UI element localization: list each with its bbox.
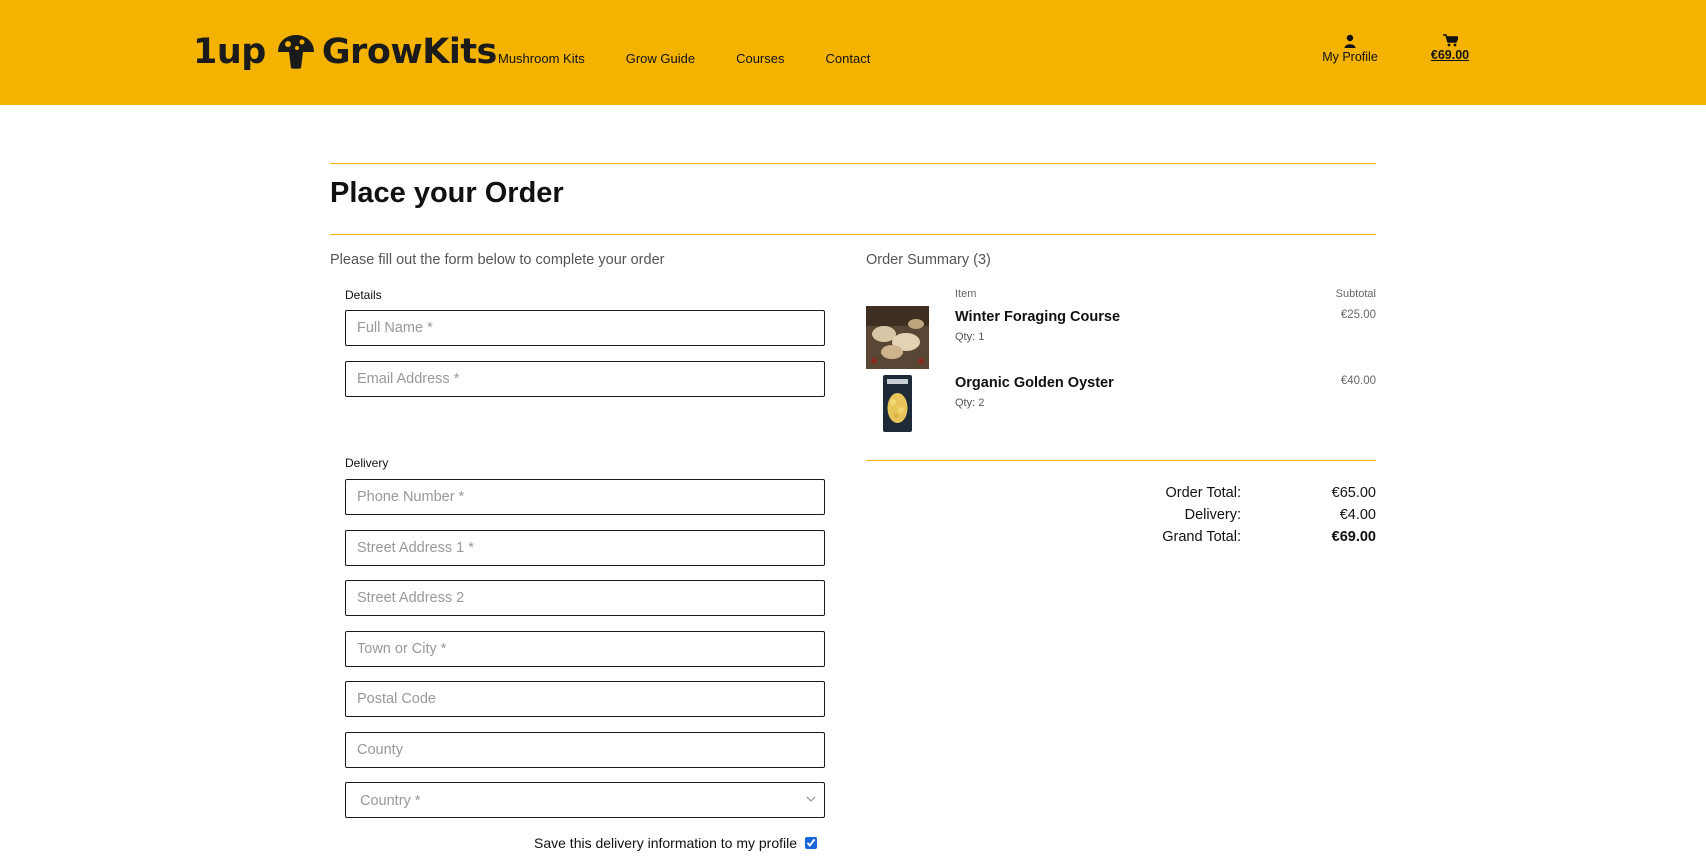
details-label: Details — [345, 288, 382, 302]
email-input[interactable] — [345, 361, 825, 397]
postal-code-input[interactable] — [345, 681, 825, 717]
order-total-value: €65.00 — [1331, 485, 1376, 501]
title-bottom-divider — [330, 234, 1376, 235]
site-header: 1up GrowKits Mushroom Kits Grow Guide Co… — [0, 0, 1706, 105]
mushroom-icon — [277, 35, 314, 69]
form-intro: Please fill out the form below to comple… — [330, 252, 665, 268]
item-column-header: Item — [955, 288, 977, 300]
delivery-cost-label: Delivery: — [1184, 507, 1241, 523]
town-city-input[interactable] — [345, 631, 825, 667]
cart-link[interactable]: €69.00 — [1424, 34, 1476, 62]
save-info-checkbox[interactable] — [805, 837, 817, 849]
site-logo[interactable]: 1up GrowKits — [193, 30, 497, 74]
nav-mushroom-kits[interactable]: Mushroom Kits — [498, 51, 585, 66]
page-title: Place your Order — [330, 177, 564, 209]
item-name[interactable]: Winter Foraging Course — [955, 309, 1120, 325]
full-name-input[interactable] — [345, 310, 825, 346]
summary-divider — [866, 460, 1376, 461]
title-top-divider — [330, 163, 1376, 164]
my-profile-label: My Profile — [1322, 50, 1378, 64]
delivery-label: Delivery — [345, 456, 389, 470]
chevron-down-icon — [806, 796, 816, 802]
nav-contact[interactable]: Contact — [826, 51, 871, 66]
main-nav: Mushroom Kits Grow Guide Courses Contact — [498, 51, 911, 66]
nav-grow-guide[interactable]: Grow Guide — [626, 51, 695, 66]
item-subtotal: €40.00 — [1340, 375, 1376, 387]
save-info-label: Save this delivery information to my pro… — [534, 835, 797, 851]
grand-total-label: Grand Total: — [1162, 529, 1241, 545]
cart-icon — [1442, 34, 1458, 47]
delivery-cost-value: €4.00 — [1339, 507, 1376, 523]
order-total-label: Order Total: — [1165, 485, 1242, 501]
cart-total: €69.00 — [1430, 48, 1470, 62]
item-qty: Qty: 1 — [955, 331, 985, 343]
logo-text-left: 1up — [193, 32, 266, 72]
item-name[interactable]: Organic Golden Oyster — [955, 375, 1114, 391]
winter-foraging-course-image[interactable] — [866, 306, 929, 369]
county-input[interactable] — [345, 732, 825, 768]
logo-text-right: GrowKits — [321, 32, 498, 72]
grand-total-value: €69.00 — [1331, 529, 1376, 545]
subtotal-column-header: Subtotal — [1335, 288, 1376, 300]
organic-golden-oyster-image[interactable] — [866, 372, 929, 435]
item-subtotal: €25.00 — [1340, 309, 1376, 321]
save-info-row: Save this delivery information to my pro… — [534, 835, 817, 851]
street-address-1-input[interactable] — [345, 530, 825, 566]
my-profile-link[interactable]: My Profile — [1318, 34, 1382, 64]
item-qty: Qty: 2 — [955, 397, 985, 409]
country-select-placeholder: Country * — [360, 793, 421, 809]
order-summary-title: Order Summary (3) — [866, 252, 991, 268]
phone-input[interactable] — [345, 479, 825, 515]
street-address-2-input[interactable] — [345, 580, 825, 616]
country-select[interactable]: Country * — [345, 782, 825, 818]
nav-courses[interactable]: Courses — [736, 51, 784, 66]
user-icon — [1344, 34, 1356, 48]
